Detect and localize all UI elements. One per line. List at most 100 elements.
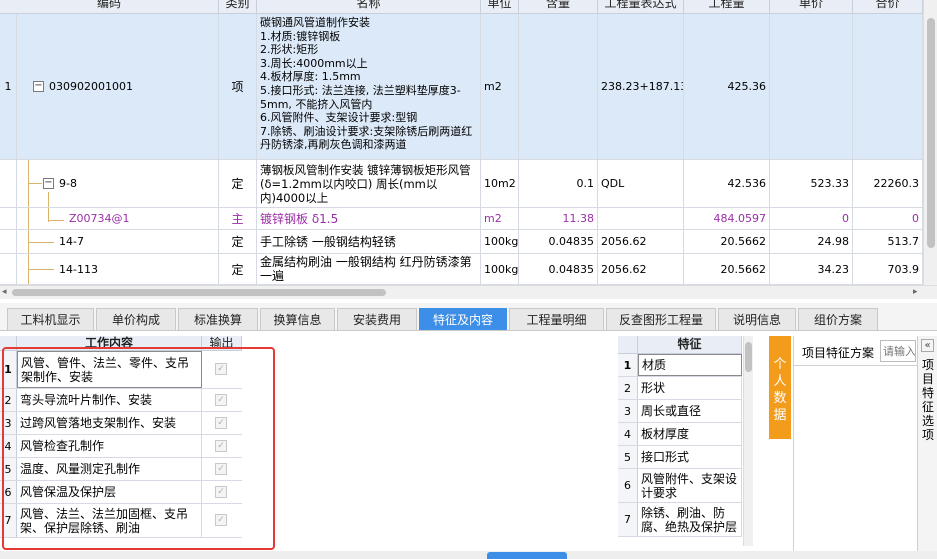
list-item[interactable]: 5 温度、风量测定孔制作 ✓ — [0, 458, 242, 481]
table-row[interactable]: 9-8 定 薄钢板风管制作安装 镀锌薄钢板矩形风管 (δ=1.2mm以内咬口) … — [0, 160, 923, 208]
list-item[interactable]: 7 除锈、刷油、防腐、绝热及保护层 — [618, 503, 742, 537]
row-total: 0 — [853, 208, 923, 229]
feature-item-text[interactable]: 板材厚度 — [638, 423, 742, 445]
list-item[interactable]: 3 周长或直径 — [618, 400, 742, 423]
quota-grid: 编码 类别 名称 单位 含量 工程量表达式 工程量 单价 合价 1 030902… — [0, 0, 923, 285]
feature-item-text[interactable]: 周长或直径 — [638, 400, 742, 422]
table-row[interactable]: 1 030902001001 项 碳钢通风管道制作安装 1.材质:镀锌钢板 2.… — [0, 14, 923, 160]
tab-pricing-scheme[interactable]: 组价方案 — [798, 308, 878, 330]
list-item[interactable]: 7 风管、法兰、法兰加固框、支吊架、保护层除锈、刷油 ✓ — [0, 504, 242, 538]
scrollbar-thumb[interactable] — [927, 18, 935, 248]
list-item[interactable]: 3 过跨风管落地支架制作、安装 ✓ — [0, 412, 242, 435]
tab-reverse-graphic-quantity[interactable]: 反查图形工程量 — [606, 308, 716, 330]
scheme-search-input[interactable] — [880, 340, 916, 362]
table-row[interactable]: 14-7 定 手工除锈 一般钢结构轻锈 100kg 0.04835 2056.6… — [0, 230, 923, 254]
feature-options-side-tab[interactable]: « 项目特征选项 — [917, 336, 937, 559]
row-number: 7 — [0, 504, 17, 537]
tab-features-and-content[interactable]: 特征及内容 — [419, 308, 507, 330]
row-unit: 100kg — [481, 254, 519, 284]
row-quantity: 425.36 — [684, 14, 770, 159]
feature-scheme-header: 项目特征方案 — [794, 336, 917, 366]
row-number: 1 — [0, 351, 17, 388]
tab-conversion-info[interactable]: 换算信息 — [260, 308, 335, 330]
row-number: 7 — [618, 503, 638, 536]
feature-scheme-label: 项目特征方案 — [802, 346, 875, 360]
work-item-text[interactable]: 温度、风量测定孔制作 — [17, 458, 202, 480]
output-checkbox[interactable]: ✓ — [215, 363, 227, 375]
tab-unit-price-composition[interactable]: 单价构成 — [96, 308, 176, 330]
output-checkbox[interactable]: ✓ — [215, 486, 227, 498]
row-name: 手工除锈 一般钢结构轻锈 — [257, 230, 481, 253]
row-name: 碳钢通风管道制作安装 1.材质:镀锌钢板 2.形状:矩形 3.周长:4000mm… — [257, 14, 481, 159]
col-header-name[interactable]: 名称 — [257, 0, 481, 14]
col-header-unit-price[interactable]: 单价 — [770, 0, 853, 14]
feature-item-text[interactable]: 形状 — [638, 377, 742, 399]
grid-horizontal-scrollbar[interactable]: ◂ ▸ — [0, 285, 937, 299]
list-item[interactable]: 2 弯头导流叶片制作、安装 ✓ — [0, 389, 242, 412]
tree-line — [28, 242, 54, 243]
row-category: 定 — [219, 230, 257, 253]
scroll-right-icon[interactable]: ▸ — [913, 287, 918, 297]
col-header-expression[interactable]: 工程量表达式 — [598, 0, 684, 14]
col-header-content[interactable]: 含量 — [519, 0, 598, 14]
list-item[interactable]: 6 风管附件、支架设计要求 — [618, 469, 742, 503]
output-checkbox[interactable]: ✓ — [215, 417, 227, 429]
row-number: 2 — [618, 377, 638, 399]
col-header-total[interactable]: 合价 — [853, 0, 923, 14]
work-item-text[interactable]: 风管、法兰、法兰加固框、支吊架、保护层除锈、刷油 — [17, 504, 202, 537]
tab-standard-conversion[interactable]: 标准换算 — [178, 308, 258, 330]
col-header-code[interactable]: 编码 — [0, 0, 219, 14]
work-item-text[interactable]: 弯头导流叶片制作、安装 — [17, 389, 202, 411]
feature-item-text[interactable]: 接口形式 — [638, 446, 742, 468]
tab-description-info[interactable]: 说明信息 — [718, 308, 796, 330]
feature-item-text[interactable]: 材质 — [638, 354, 742, 376]
row-price: 24.98 — [770, 230, 853, 253]
work-item-text[interactable]: 过跨风管落地支架制作、安装 — [17, 412, 202, 434]
scrollbar-thumb[interactable] — [12, 289, 386, 296]
feature-item-text[interactable]: 风管附件、支架设计要求 — [638, 469, 742, 502]
collapse-icon[interactable]: « — [921, 339, 934, 352]
output-checkbox[interactable]: ✓ — [215, 394, 227, 406]
tab-installation-fee[interactable]: 安装费用 — [337, 308, 417, 330]
list-item[interactable]: 4 板材厚度 — [618, 423, 742, 446]
work-item-text[interactable]: 风管检查孔制作 — [17, 435, 202, 457]
col-header-quantity[interactable]: 工程量 — [684, 0, 770, 14]
collapse-toggle-icon[interactable]: − — [33, 81, 44, 92]
scroll-left-icon[interactable]: ◂ — [2, 287, 7, 297]
row-expression — [598, 208, 684, 229]
row-expression: QDL — [598, 160, 684, 207]
work-item-text[interactable]: 风管、管件、法兰、零件、支吊架制作、安装 — [17, 351, 202, 388]
collapse-toggle-icon[interactable]: − — [43, 178, 54, 189]
row-content: 0.04835 — [519, 230, 598, 253]
scrollbar-thumb[interactable] — [745, 342, 752, 372]
row-unit: 100kg — [481, 230, 519, 253]
list-item[interactable]: 1 风管、管件、法兰、零件、支吊架制作、安装 ✓ — [0, 351, 242, 389]
tree-line — [28, 269, 54, 270]
list-item[interactable]: 5 接口形式 — [618, 446, 742, 469]
list-item[interactable]: 4 风管检查孔制作 ✓ — [0, 435, 242, 458]
row-number: 5 — [618, 446, 638, 468]
tab-quantity-details[interactable]: 工程量明细 — [509, 308, 604, 330]
grid-vertical-scrollbar[interactable] — [923, 0, 937, 285]
output-checkbox[interactable]: ✓ — [215, 463, 227, 475]
tree-line — [28, 183, 42, 184]
bottom-tab[interactable] — [487, 552, 567, 559]
output-checkbox[interactable]: ✓ — [215, 440, 227, 452]
row-unit: m2 — [481, 208, 519, 229]
row-quantity: 20.5662 — [684, 254, 770, 284]
row-price — [770, 14, 853, 159]
work-item-text[interactable]: 风管保温及保护层 — [17, 481, 202, 503]
list-item[interactable]: 2 形状 — [618, 377, 742, 400]
output-checkbox[interactable]: ✓ — [215, 514, 227, 526]
list-item[interactable]: 1 材质 — [618, 354, 742, 377]
col-header-category[interactable]: 类别 — [219, 0, 257, 14]
feature-item-text[interactable]: 除锈、刷油、防腐、绝热及保护层 — [638, 503, 742, 536]
col-header-unit[interactable]: 单位 — [481, 0, 519, 14]
table-row[interactable]: Z00734@1 主 镀锌钢板 δ1.5 m2 11.38 484.0597 0… — [0, 208, 923, 230]
list-item[interactable]: 6 风管保温及保护层 ✓ — [0, 481, 242, 504]
table-row[interactable]: 14-113 定 金属结构刷油 一般钢结构 红丹防锈漆第一遍 100kg 0.0… — [0, 254, 923, 285]
personal-data-tab[interactable]: 个人数据 — [769, 336, 791, 439]
tab-labor-material-machine[interactable]: 工料机显示 — [7, 308, 94, 330]
features-scrollbar[interactable] — [743, 336, 753, 546]
feature-scheme-panel: 项目特征方案 — [793, 336, 917, 559]
